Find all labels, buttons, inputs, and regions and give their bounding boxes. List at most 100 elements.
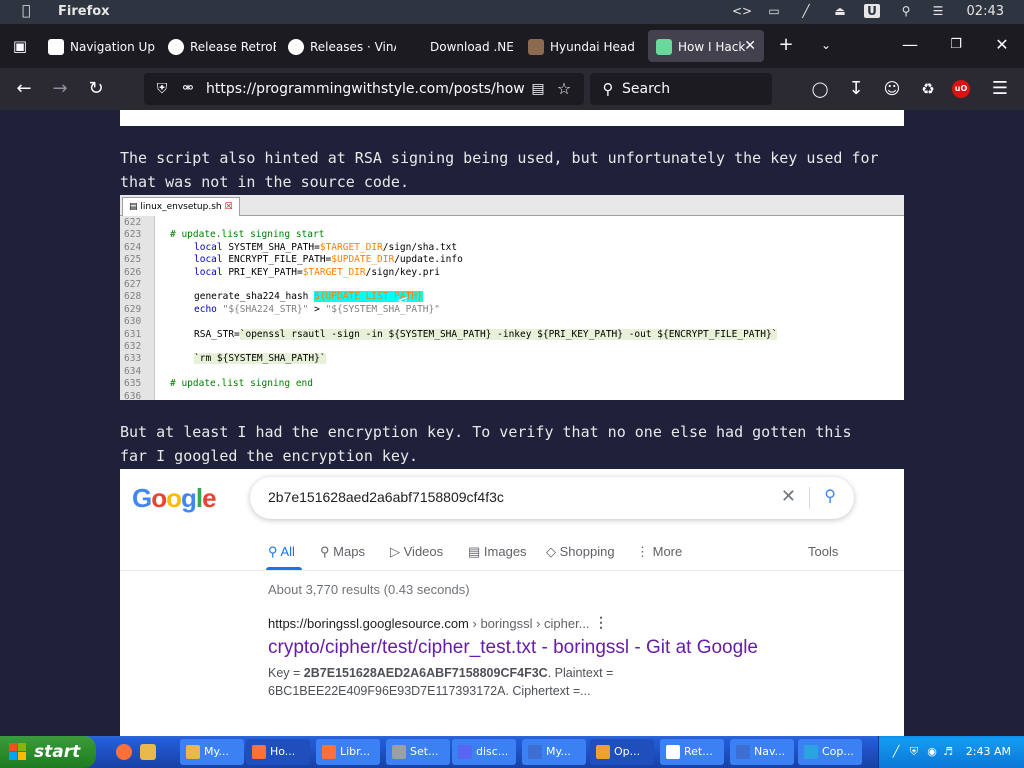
code-line: 628 generate_sha224_hash ${UPDATE_LIST_PA… — [120, 291, 904, 303]
windows-flag-icon — [9, 743, 27, 761]
code-line: 633 `rm ${SYSTEM_SHA_PATH}` — [120, 353, 904, 365]
code-line: 634 — [120, 366, 904, 378]
taskbar-clock[interactable]: 2:43 AM — [966, 745, 1011, 758]
code-token: ENCRYPT_FILE_PATH= — [222, 254, 332, 266]
taskbar-item-label: My... — [546, 745, 571, 758]
code-token: $UPDATE_DIR — [331, 254, 395, 266]
tab-favicon-icon — [48, 38, 64, 55]
code-token: /sign/sha.txt — [382, 241, 458, 253]
line-number: 634 — [124, 365, 142, 377]
lock-icon[interactable]: ⚮ — [176, 77, 200, 101]
code-line: 627 — [120, 279, 904, 291]
tab-hyundai[interactable]: Hyundai Head — [528, 30, 638, 62]
google-tab-videos: ▷ Videos — [390, 544, 443, 560]
tab-download-net[interactable]: Download .NE — [408, 30, 516, 62]
code-line: 635 # update.list signing end — [120, 378, 904, 390]
app-name[interactable]: Firefox — [58, 4, 110, 19]
taskbar-item[interactable]: Op... — [590, 739, 654, 765]
tab-manager-icon[interactable]: ▣ — [8, 34, 32, 58]
tab-releases-vina[interactable]: Releases · VinA — [288, 30, 396, 62]
taskbar-item[interactable]: disc... — [452, 739, 516, 765]
more-dots-icon: ⋮ — [636, 544, 649, 559]
volume-muted-icon[interactable]: ♬ — [941, 745, 955, 759]
search-icon: ⚲ — [268, 544, 278, 559]
tab-label: Shopping — [559, 544, 615, 559]
taskbar-item[interactable]: My... — [522, 739, 586, 765]
minimize-icon[interactable]: — — [898, 33, 922, 57]
eject-icon[interactable]: ⏏ — [832, 4, 848, 18]
line-number: 631 — [124, 328, 142, 340]
back-arrow-icon[interactable]: ← — [12, 77, 36, 101]
folder-quicklaunch-icon[interactable] — [140, 744, 156, 760]
file-tab-label: linux_envsetup.sh — [140, 202, 222, 212]
line-number: 629 — [124, 303, 142, 315]
search-box[interactable]: ⚲ Search — [590, 73, 772, 105]
search-icon[interactable]: ⚲ — [898, 4, 914, 18]
google-search-box: 2b7e151628aed2a6abf7158809cf4f3c ✕ ⚲ — [250, 477, 854, 519]
code-line: 636 — [120, 391, 904, 400]
line-number: 625 — [124, 254, 142, 266]
tab-favicon-icon — [656, 38, 672, 55]
new-tab-icon[interactable]: + — [774, 33, 798, 57]
extensions-icon[interactable]: ♻ — [916, 77, 940, 101]
code-icon[interactable]: <> — [732, 4, 752, 18]
monitor-icon[interactable]: ▭ — [766, 4, 782, 18]
code-text: `rm ${SYSTEM_SHA_PATH}` — [194, 353, 326, 365]
code-line: 632 — [120, 341, 904, 353]
system-clock[interactable]: 02:43 — [967, 4, 1004, 19]
shield-icon[interactable]: ⛨ — [907, 745, 921, 759]
bookmark-star-icon[interactable]: ☆ — [552, 77, 576, 101]
account-icon[interactable]: ☺ — [880, 77, 904, 101]
tab-how-i-hack[interactable]: How I Hack ✕ — [648, 30, 764, 62]
discord-icon[interactable]: ◉ — [925, 745, 939, 759]
download-icon[interactable]: ↧ — [844, 77, 868, 101]
taskbar-item[interactable]: Ret... — [660, 739, 724, 765]
close-tab-icon[interactable]: ✕ — [744, 30, 756, 62]
tab-label: All — [280, 544, 295, 559]
taskbar-item[interactable]: Cop... — [798, 739, 862, 765]
taskbar-app-icon — [392, 745, 406, 759]
tab-navigation[interactable]: Navigation Up — [48, 30, 158, 62]
tab-favicon-icon — [408, 39, 424, 55]
google-tab-shopping: ◇ Shopping — [546, 544, 615, 560]
restore-icon[interactable]: ❐ — [944, 33, 968, 57]
navigation-toolbar: ← → ↻ ⛨ ⚮ https://programmingwithstyle.c… — [0, 68, 1024, 110]
google-tools: Tools — [808, 544, 839, 559]
forward-arrow-icon[interactable]: → — [48, 77, 72, 101]
paragraph-line: far I googled the encryption key. — [120, 447, 419, 465]
code-line: 625 local ENCRYPT_FILE_PATH=$UPDATE_DIR/u… — [120, 254, 904, 266]
editor-file-tab: ▤ linux_envsetup.sh ☒ — [122, 197, 240, 216]
close-window-icon[interactable]: ✕ — [990, 33, 1014, 57]
url-text[interactable]: https://programmingwithstyle.com/posts/h… — [206, 81, 524, 97]
taskbar-item[interactable]: Libr... — [316, 739, 380, 765]
start-button[interactable]: start — [0, 736, 96, 768]
network-icon[interactable]: ╱ — [889, 745, 903, 759]
snippet-text: . Plaintext = — [547, 666, 614, 680]
paragraph-line: But at least I had the encryption key. T… — [120, 423, 852, 441]
tab-release-retro[interactable]: Release RetroE — [168, 30, 276, 62]
shield-icon[interactable]: ⛨ — [150, 77, 174, 101]
reload-icon[interactable]: ↻ — [84, 77, 108, 101]
taskbar-item[interactable]: Nav... — [730, 739, 794, 765]
toggle-icon[interactable]: ☰ — [930, 4, 946, 18]
pocket-icon[interactable]: ◯ — [808, 77, 832, 101]
taskbar-item[interactable]: My... — [180, 739, 244, 765]
code-text: local ENCRYPT_FILE_PATH=$UPDATE_DIR/upda… — [194, 254, 463, 266]
google-logo: Google — [132, 483, 217, 513]
firefox-quicklaunch-icon[interactable] — [116, 744, 132, 760]
u-icon[interactable]: U — [864, 4, 880, 18]
tab-favicon-icon — [528, 38, 544, 55]
apple-icon[interactable]:  — [22, 3, 30, 19]
ublock-icon[interactable]: uO — [952, 80, 970, 98]
taskbar-item[interactable]: Ho... — [246, 739, 310, 765]
address-bar[interactable]: ⛨ ⚮ https://programmingwithstyle.com/pos… — [144, 73, 584, 105]
code-line: 626 local PRI_KEY_PATH=$TARGET_DIR/sign/k… — [120, 267, 904, 279]
taskbar-item[interactable]: Set... — [386, 739, 450, 765]
chevron-down-icon[interactable]: ⌄ — [814, 33, 838, 57]
tag-icon: ◇ — [546, 544, 556, 559]
line-number: 633 — [124, 353, 142, 365]
network-off-icon[interactable]: ╱ — [798, 4, 814, 18]
hamburger-menu-icon[interactable]: ☰ — [988, 77, 1012, 101]
reader-view-icon[interactable]: ▤ — [526, 77, 550, 101]
taskbar-item-label: disc... — [476, 745, 509, 758]
